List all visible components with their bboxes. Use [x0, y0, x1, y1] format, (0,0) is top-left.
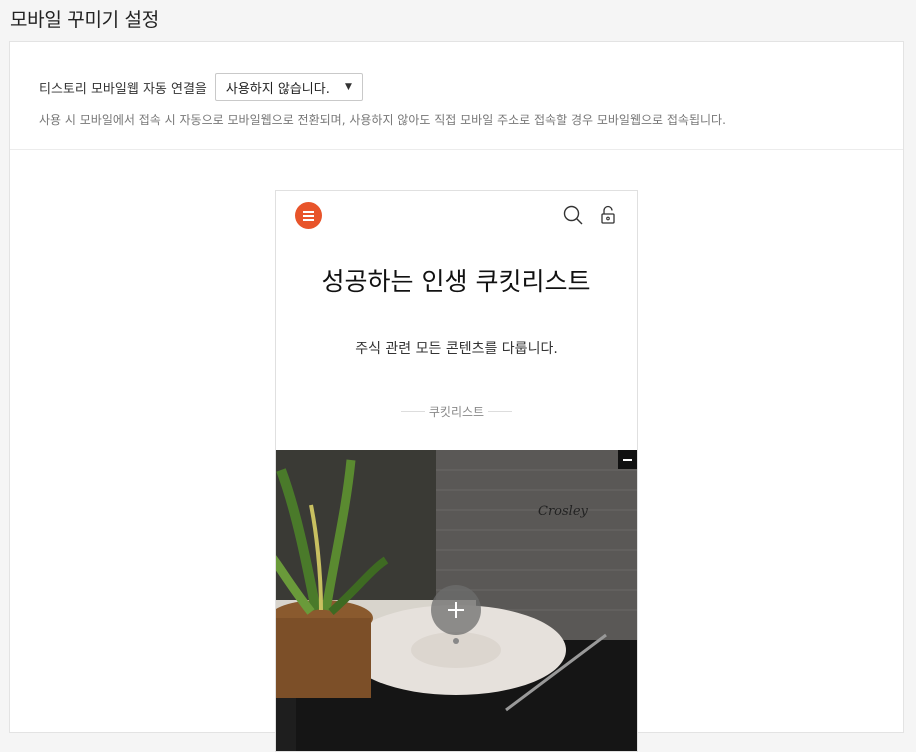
divider [400, 411, 425, 412]
mobile-auto-connect-select[interactable]: 사용하지 않습니다. ▼ [214, 73, 363, 101]
help-text: 사용 시 모바일에서 접속 시 자동으로 모바일웹으로 전환되며, 사용하지 않… [39, 113, 726, 127]
mobile-auto-connect-label: 티스토리 모바일웹 자동 연결을 [39, 81, 207, 97]
category-label: 쿠킷리스트 [276, 403, 637, 420]
blog-title: 성공하는 인생 쿠킷리스트 [321, 267, 591, 296]
caret-down-icon: ▼ [344, 82, 352, 92]
search-icon[interactable] [563, 205, 583, 225]
hamburger-menu-icon[interactable] [295, 202, 322, 229]
category-text: 쿠킷리스트 [428, 405, 485, 419]
page-title: 모바일 꾸미기 설정 [10, 9, 159, 31]
mobile-preview: 성공하는 인생 쿠킷리스트 주식 관련 모든 콘텐츠를 다룹니다. 쿠킷리스트 [275, 190, 638, 752]
divider [10, 149, 903, 150]
mobile-auto-connect-row: 티스토리 모바일웹 자동 연결을 사용하지 않습니다. ▼ [39, 73, 363, 101]
blog-description: 주식 관련 모든 콘텐츠를 다룹니다. [355, 341, 558, 357]
plus-icon[interactable] [431, 585, 481, 635]
minus-icon[interactable] [618, 450, 637, 469]
settings-panel: 티스토리 모바일웹 자동 연결을 사용하지 않습니다. ▼ 사용 시 모바일에서… [9, 41, 904, 752]
lock-icon[interactable] [599, 205, 617, 225]
brand-logo: Crosley [538, 504, 589, 519]
select-value: 사용하지 않습니다. [225, 81, 330, 97]
divider [488, 411, 513, 412]
cover-image: Crosley [276, 450, 637, 751]
